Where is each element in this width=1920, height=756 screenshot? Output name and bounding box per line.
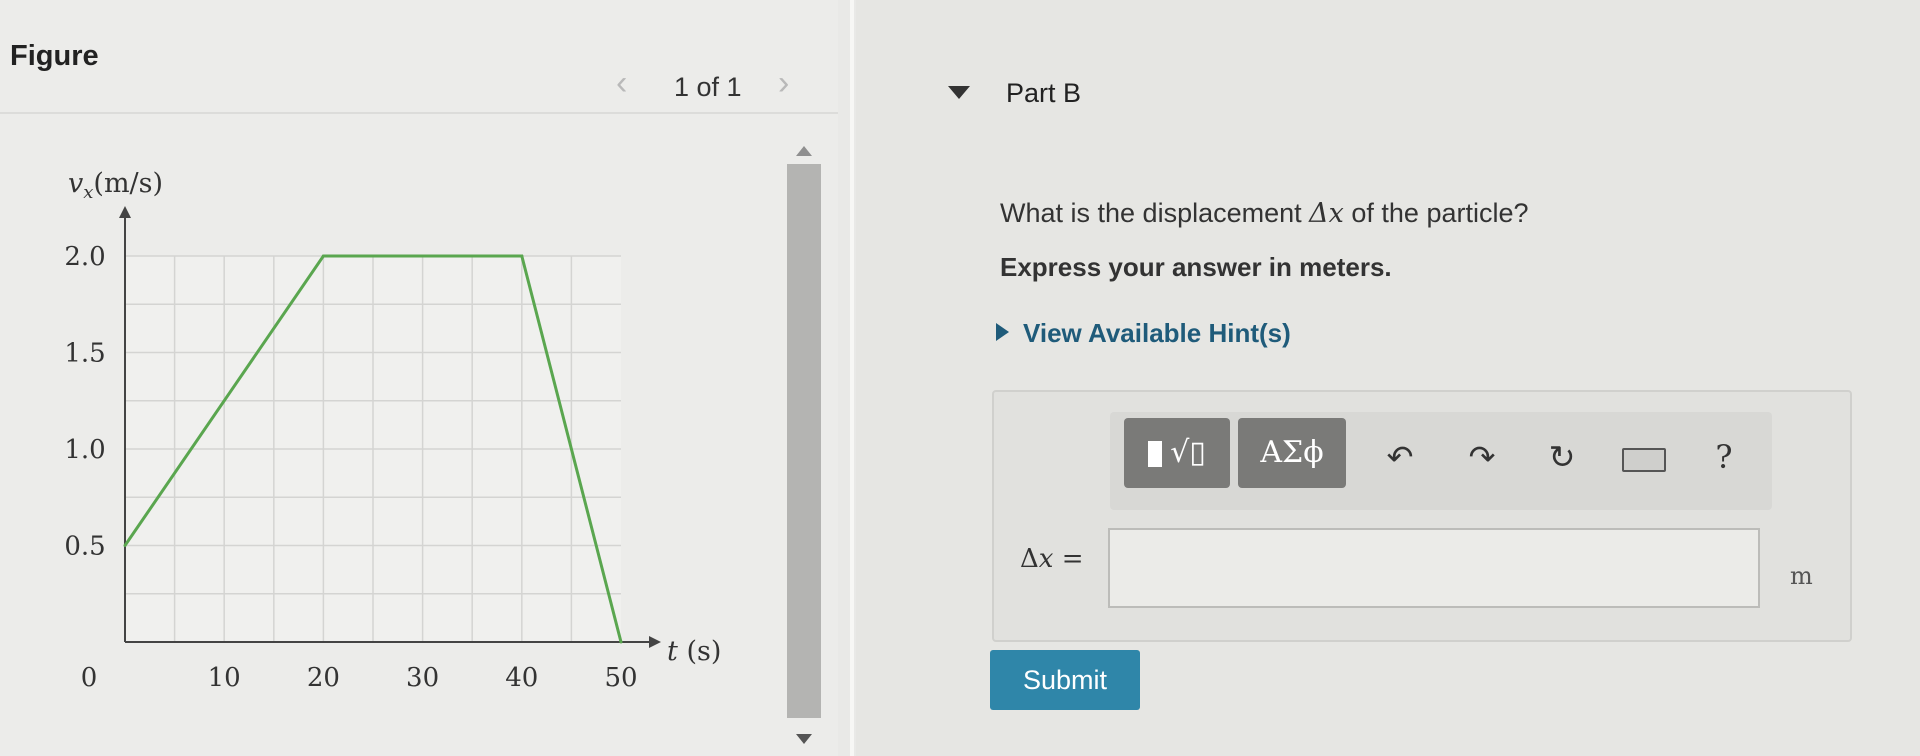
templates-label: √▯: [1170, 435, 1206, 470]
chevron-right-icon[interactable]: ›: [778, 66, 789, 100]
answer-label: Δx =: [1020, 544, 1084, 574]
x-tick-label: 0: [81, 663, 98, 693]
x-tick-label: 40: [505, 663, 538, 693]
scroll-down-arrow[interactable]: [796, 734, 812, 744]
question-panel: [856, 0, 1920, 756]
y-axis-arrow: [119, 206, 131, 218]
block-icon: [1148, 441, 1163, 467]
x-tick-label: 50: [604, 663, 637, 693]
keyboard-icon[interactable]: [1622, 440, 1666, 478]
x-tick-label: 20: [307, 663, 340, 693]
figure-scrollbar[interactable]: [787, 164, 821, 718]
reset-icon[interactable]: ↻: [1542, 440, 1582, 474]
figure-panel: Figure ‹ 1 of 1 › 0 10 20 30 40 50 0.5 1.0 1.5 2.…: [0, 0, 838, 756]
part-title[interactable]: Part B: [1006, 78, 1081, 109]
hint-label: View Available Hint(s): [1023, 318, 1291, 348]
y-tick-label: 0.5: [64, 532, 105, 562]
collapse-caret-icon[interactable]: [948, 86, 970, 99]
data-point: [321, 254, 325, 258]
question-suffix: of the particle?: [1343, 198, 1529, 228]
answer-instruction: Express your answer in meters.: [1000, 252, 1392, 282]
submit-button[interactable]: Submit: [990, 650, 1140, 710]
x-tick-label: 30: [406, 663, 439, 693]
question-text: What is the displacement Δx of the parti…: [1000, 198, 1529, 229]
symbols-button[interactable]: ΑΣϕ: [1238, 418, 1346, 488]
velocity-time-chart: 0 10 20 30 40 50 0.5 1.0 1.5 2.0 vx(m/s) t (s): [64, 168, 721, 693]
answer-label-var: x: [1038, 544, 1054, 574]
x-tick-label: 10: [208, 663, 241, 693]
figure-title: Figure: [10, 40, 99, 72]
data-point: [619, 640, 623, 644]
y-axis-label: vx(m/s): [68, 168, 163, 203]
undo-icon[interactable]: ↶: [1380, 440, 1420, 474]
templates-button[interactable]: √▯: [1124, 418, 1230, 488]
chevron-left-icon[interactable]: ‹: [616, 66, 627, 100]
page-count: 1 of 1: [674, 72, 742, 102]
answer-label-delta: Δ: [1020, 544, 1039, 574]
x-axis-arrow: [649, 636, 661, 648]
data-point: [520, 254, 524, 258]
question-prefix: What is the displacement: [1000, 198, 1310, 228]
x-axis-label: t (s): [667, 636, 721, 667]
question-symbol: Δx: [1309, 198, 1344, 229]
scroll-up-arrow[interactable]: [796, 146, 812, 156]
view-hints-link[interactable]: View Available Hint(s): [996, 318, 1291, 349]
answer-unit: m: [1790, 562, 1813, 590]
figure-divider: [0, 112, 838, 114]
expand-triangle-icon: [996, 323, 1009, 341]
y-tick-label: 1.5: [64, 339, 105, 369]
pane-divider: [850, 0, 854, 756]
data-point: [123, 544, 127, 547]
help-button[interactable]: ?: [1704, 440, 1744, 474]
answer-label-eq: =: [1053, 544, 1084, 574]
redo-icon[interactable]: ↷: [1462, 440, 1502, 474]
answer-input[interactable]: [1108, 528, 1760, 608]
y-tick-label: 1.0: [64, 435, 105, 465]
y-tick-label: 2.0: [64, 242, 105, 272]
figure-pager: ‹ 1 of 1 ›: [598, 64, 838, 104]
